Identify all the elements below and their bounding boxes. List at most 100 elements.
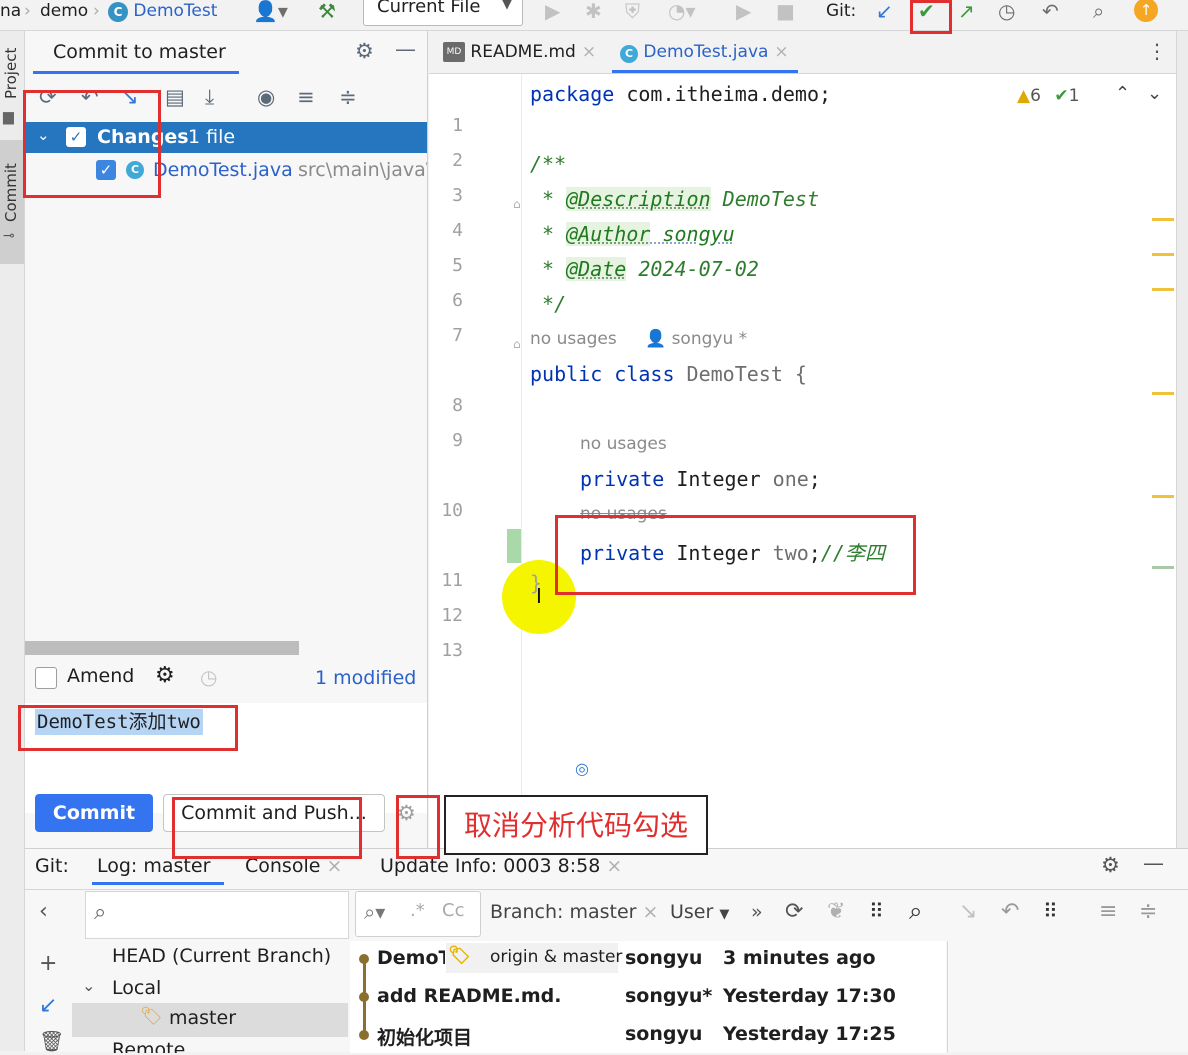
expand-all-icon[interactable]: ≡ — [1099, 899, 1117, 924]
code-line-5[interactable]: * @Author songyu — [530, 222, 735, 246]
code-line-10[interactable]: private Integer one; — [580, 467, 821, 491]
rollback-icon[interactable]: ↶ — [1042, 0, 1059, 22]
chevron-down-icon[interactable]: ⌄ — [82, 976, 95, 995]
refresh-icon[interactable]: ⟳ — [785, 899, 803, 924]
commit-row[interactable]: 初始化项目 songyu Yesterday 17:25 — [350, 1017, 946, 1055]
error-stripe-mark[interactable] — [1152, 392, 1174, 395]
line-number: 6 — [452, 290, 463, 311]
fold-icon[interactable]: ⌂ — [513, 197, 521, 211]
collapse-all-icon[interactable]: ≑ — [1139, 899, 1157, 924]
editor-tab-bar: MD README.md × C DemoTest.java × ⋮ — [429, 31, 1176, 74]
settings-gear-icon[interactable]: ⚙ — [355, 39, 374, 63]
usages-hint[interactable]: no usages — [580, 434, 667, 454]
error-stripe-mark[interactable] — [1152, 288, 1174, 291]
search-icon[interactable]: ⌕ — [909, 897, 922, 925]
user-filter[interactable]: User ▼ — [670, 901, 729, 923]
run-icon[interactable]: ▶ — [545, 0, 560, 22]
commit-options-icon[interactable]: ⚙ — [155, 663, 175, 688]
branch-search-field[interactable]: ⌕ — [85, 891, 349, 939]
minimize-icon[interactable]: — — [395, 37, 416, 61]
push-icon[interactable]: ↗ — [958, 0, 975, 22]
horizontal-scrollbar[interactable] — [25, 641, 299, 655]
line-number: 11 — [441, 570, 463, 591]
more-vertical-icon[interactable]: ⋮ — [1147, 39, 1167, 63]
tree-master-row[interactable]: 🏷 master — [72, 1003, 348, 1037]
commit-tool-button[interactable]: Commit ⊸ — [0, 140, 24, 264]
error-stripe-mark[interactable] — [1152, 253, 1174, 256]
update-project-icon[interactable]: ↙ — [876, 0, 893, 22]
author-hint[interactable]: 👤 songyu * — [645, 329, 747, 349]
code-line-4[interactable]: * @Description DemoTest — [530, 187, 819, 211]
coverage-icon[interactable]: ⛨ — [625, 0, 640, 22]
expand-all-icon[interactable]: ≡ — [297, 85, 315, 109]
more-filters-icon[interactable]: » — [751, 901, 763, 923]
vcs-user-icon[interactable]: 👤▾ — [253, 0, 288, 22]
error-stripe-mark[interactable] — [1152, 495, 1174, 498]
tree-head-item[interactable]: HEAD (Current Branch) — [112, 945, 331, 967]
fold-icon[interactable]: ⌂ — [513, 337, 521, 351]
update-available-icon[interactable]: ↑ — [1134, 0, 1158, 22]
run-config-select[interactable]: Current File ▼ — [363, 0, 523, 26]
graph-options-icon[interactable]: ⠿ — [869, 899, 884, 923]
previous-highlight-icon[interactable]: ⌃ — [1115, 83, 1130, 104]
code-line-3[interactable]: /** — [530, 152, 566, 176]
run-more-icon[interactable]: ▶ — [736, 0, 751, 22]
amend-checkbox[interactable] — [35, 667, 57, 689]
close-icon[interactable]: × — [606, 855, 622, 877]
close-icon[interactable]: × — [582, 42, 596, 62]
regex-icon[interactable]: .* — [410, 900, 425, 921]
profile-icon[interactable]: ◔▾ — [668, 0, 696, 22]
minimize-icon[interactable]: — — [1143, 851, 1164, 875]
breadcrumb-project[interactable]: na — [0, 0, 21, 22]
commit-row[interactable]: add README.md. songyu* Yesterday 17:30 — [350, 979, 946, 1017]
rollback-icon[interactable]: ↶ — [1001, 899, 1019, 924]
code-line-7[interactable]: */ — [530, 292, 566, 316]
commit-button[interactable]: Commit — [35, 794, 153, 832]
modified-count-link[interactable]: 1 modified — [315, 667, 416, 689]
add-icon[interactable]: + — [39, 951, 57, 976]
close-icon[interactable]: × — [774, 42, 788, 62]
next-highlight-icon[interactable]: ⌄ — [1147, 83, 1162, 104]
commit-row[interactable]: DemoT 🏷 origin & master songyu 3 minutes… — [350, 941, 946, 979]
match-case-icon[interactable]: Cc — [442, 900, 464, 921]
code-line-6[interactable]: * @Date 2024-07-02 — [530, 257, 759, 281]
log-text-filter[interactable]: ⌕▾ .* Cc — [355, 891, 481, 937]
code-line-8[interactable]: public class DemoTest { — [530, 362, 807, 386]
tab-demotest[interactable]: C DemoTest.java × — [620, 31, 789, 73]
eye-icon[interactable]: ◉ — [257, 85, 275, 109]
chevron-left-icon[interactable]: ‹ — [39, 899, 48, 924]
code-text: com.itheima.demo; — [614, 82, 832, 106]
tree-local-item[interactable]: Local — [112, 977, 161, 999]
error-stripe-mark[interactable] — [1152, 218, 1174, 221]
delete-icon[interactable]: 🗑 — [39, 1029, 64, 1053]
download-icon[interactable]: ⤓ — [205, 85, 214, 110]
javadoc-tag: @Author — [566, 222, 651, 246]
collapse-all-icon[interactable]: ≑ — [339, 85, 357, 109]
layout-options-icon[interactable]: ⠿ — [1043, 899, 1058, 923]
breadcrumb-module[interactable]: demo — [40, 0, 88, 22]
history-icon[interactable]: ◷ — [998, 0, 1015, 22]
error-stripe-mark[interactable] — [1152, 566, 1174, 569]
merge-icon[interactable]: ↘ — [959, 899, 977, 924]
branch-filter[interactable]: Branch: master × — [490, 901, 658, 923]
update-arrow-icon[interactable]: ↙ — [39, 993, 57, 1018]
cherry-pick-icon[interactable]: ❦ — [827, 899, 845, 924]
history-icon[interactable]: ◷ — [200, 665, 217, 689]
search-icon[interactable]: ⌕ — [1093, 0, 1104, 22]
amend-label: Amend — [67, 665, 135, 687]
shelve-icon[interactable]: ▤ — [165, 85, 185, 109]
breadcrumb-file[interactable]: C DemoTest — [108, 0, 217, 22]
stop-icon[interactable]: ■ — [776, 0, 795, 22]
close-icon[interactable]: × — [643, 901, 659, 923]
build-hammer-icon[interactable]: ⚒ — [318, 0, 336, 22]
commit-graph-node — [359, 1030, 369, 1040]
usages-hint[interactable]: no usages — [530, 329, 617, 349]
inspection-widget[interactable]: ▲6 ✔1 — [1017, 86, 1079, 106]
code-line-1[interactable]: package com.itheima.demo; — [530, 82, 831, 106]
git-toolbar-label: Git: — [826, 1, 857, 21]
project-tool-button[interactable]: Project — [2, 48, 20, 99]
vcs-change-marker[interactable] — [507, 529, 521, 563]
debug-icon[interactable]: ✱ — [585, 0, 602, 22]
settings-gear-icon[interactable]: ⚙ — [1101, 853, 1120, 877]
tab-readme[interactable]: MD README.md × — [443, 31, 596, 73]
